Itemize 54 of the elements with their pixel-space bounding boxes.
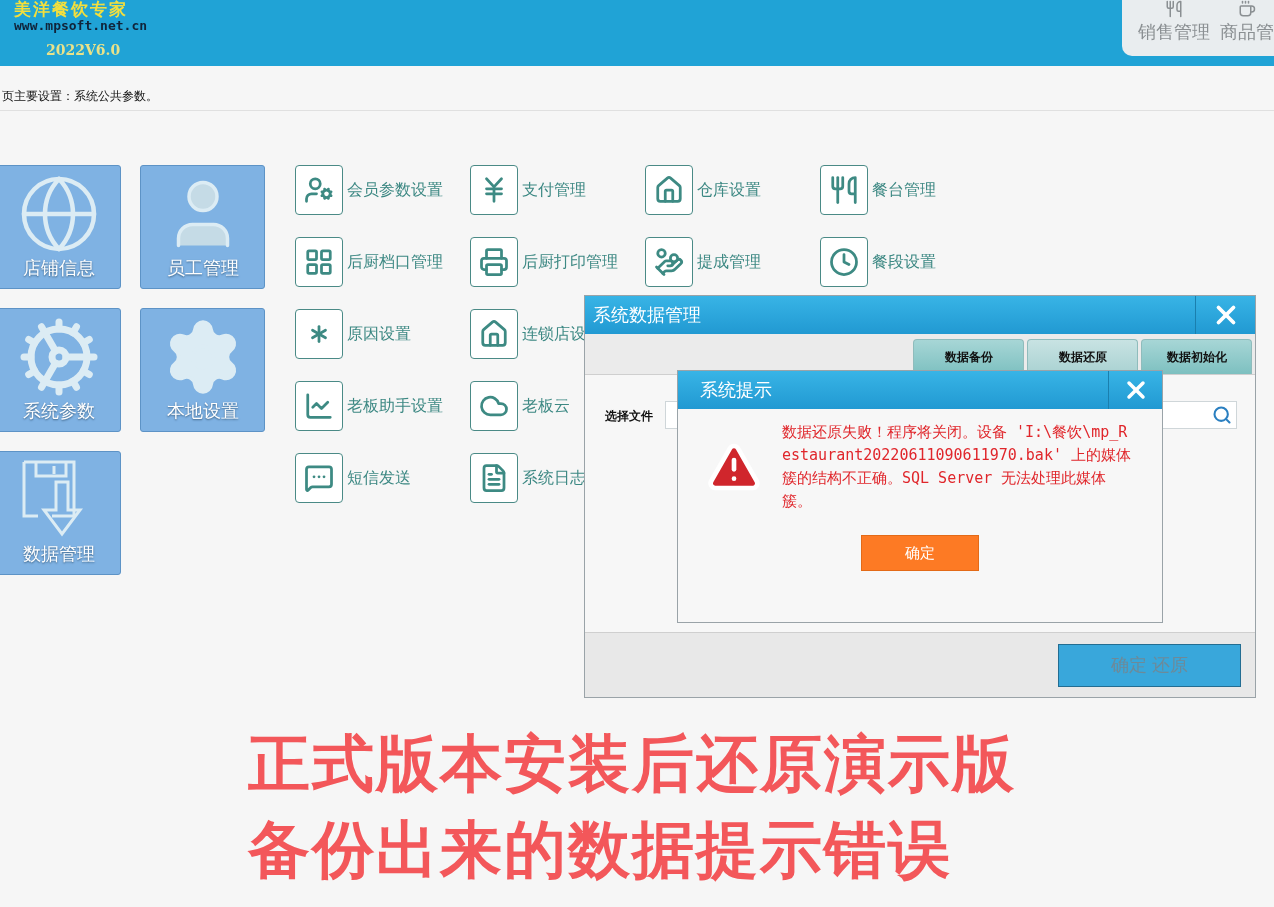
- shortcut-label[interactable]: 连锁店设: [522, 323, 586, 345]
- shortcut-label[interactable]: 短信发送: [347, 467, 411, 489]
- dialog-tab[interactable]: 数据初始化: [1141, 339, 1252, 374]
- nav-tab[interactable]: 销售管理: [1138, 0, 1210, 56]
- house-icon[interactable]: [470, 309, 518, 359]
- error-message: 数据还原失败！程序将关闭。设备 'I:\餐饮\mp_Restaurant20220611090611970.bak' 上的媒体簇的结构不正确。SQL Server 无法处理此媒体簇。: [782, 422, 1132, 512]
- user-gear-icon[interactable]: [295, 165, 343, 215]
- shortcut-label[interactable]: 老板助手设置: [347, 395, 443, 417]
- tile-label: 数据管理: [22, 542, 95, 566]
- nav-tab[interactable]: 商品管: [1220, 0, 1274, 56]
- menu-tile[interactable]: 店铺信息: [0, 165, 121, 289]
- ok-button[interactable]: 确定: [861, 535, 979, 571]
- logo-url: www.mpsoft.net.cn: [14, 18, 148, 34]
- menu-tile[interactable]: 本地设置: [140, 308, 265, 432]
- log-file-icon[interactable]: [470, 453, 518, 503]
- chat-icon[interactable]: [295, 453, 343, 503]
- shortcut-label[interactable]: 老板云: [522, 395, 570, 417]
- tile-label: 本地设置: [166, 399, 239, 423]
- utensils-icon[interactable]: [820, 165, 868, 215]
- clock-icon[interactable]: [820, 237, 868, 287]
- asterisk-icon[interactable]: [295, 309, 343, 359]
- menu-tile[interactable]: 数据管理: [0, 451, 121, 575]
- cloud-icon[interactable]: [470, 381, 518, 431]
- grid-icon[interactable]: [295, 237, 343, 287]
- tile-label: 员工管理: [166, 256, 239, 280]
- file-label: 选择文件: [605, 408, 653, 425]
- shortcut-label[interactable]: 支付管理: [522, 179, 586, 201]
- menu-tile[interactable]: 员工管理: [140, 165, 265, 289]
- cup-icon: [1238, 0, 1256, 18]
- shortcut-label[interactable]: 原因设置: [347, 323, 411, 345]
- breadcrumb: 页主要设置：系统公共参数。: [0, 66, 1274, 111]
- alert-title: 系统提示: [700, 378, 772, 402]
- tile-label: 系统参数: [22, 399, 95, 423]
- chart-icon[interactable]: [295, 381, 343, 431]
- printer-icon[interactable]: [470, 237, 518, 287]
- shortcut-label[interactable]: 后厨档口管理: [347, 251, 443, 273]
- dialog-title: 系统数据管理: [593, 303, 701, 327]
- utensils-icon: [1165, 0, 1183, 18]
- logo-title: 美洋餐饮专家: [14, 0, 129, 18]
- shortcut-label[interactable]: 餐台管理: [872, 179, 936, 201]
- shortcut-label[interactable]: 会员参数设置: [347, 179, 443, 201]
- caption-text: 正式版本安装后还原演示版: [248, 728, 1016, 800]
- caption-text: 备份出来的数据提示错误: [248, 814, 953, 886]
- shortcut-label[interactable]: 后厨打印管理: [522, 251, 618, 273]
- shortcut-label[interactable]: 仓库设置: [697, 179, 761, 201]
- menu-tile[interactable]: 系统参数: [0, 308, 121, 432]
- house-icon[interactable]: [645, 165, 693, 215]
- hand-coins-icon[interactable]: [645, 237, 693, 287]
- shortcut-label[interactable]: 提成管理: [697, 251, 761, 273]
- yen-icon[interactable]: [470, 165, 518, 215]
- version-label: 2022V6.0: [45, 42, 122, 58]
- tile-label: 店铺信息: [22, 256, 95, 280]
- shortcut-label[interactable]: 餐段设置: [872, 251, 936, 273]
- search-icon[interactable]: [1212, 405, 1232, 425]
